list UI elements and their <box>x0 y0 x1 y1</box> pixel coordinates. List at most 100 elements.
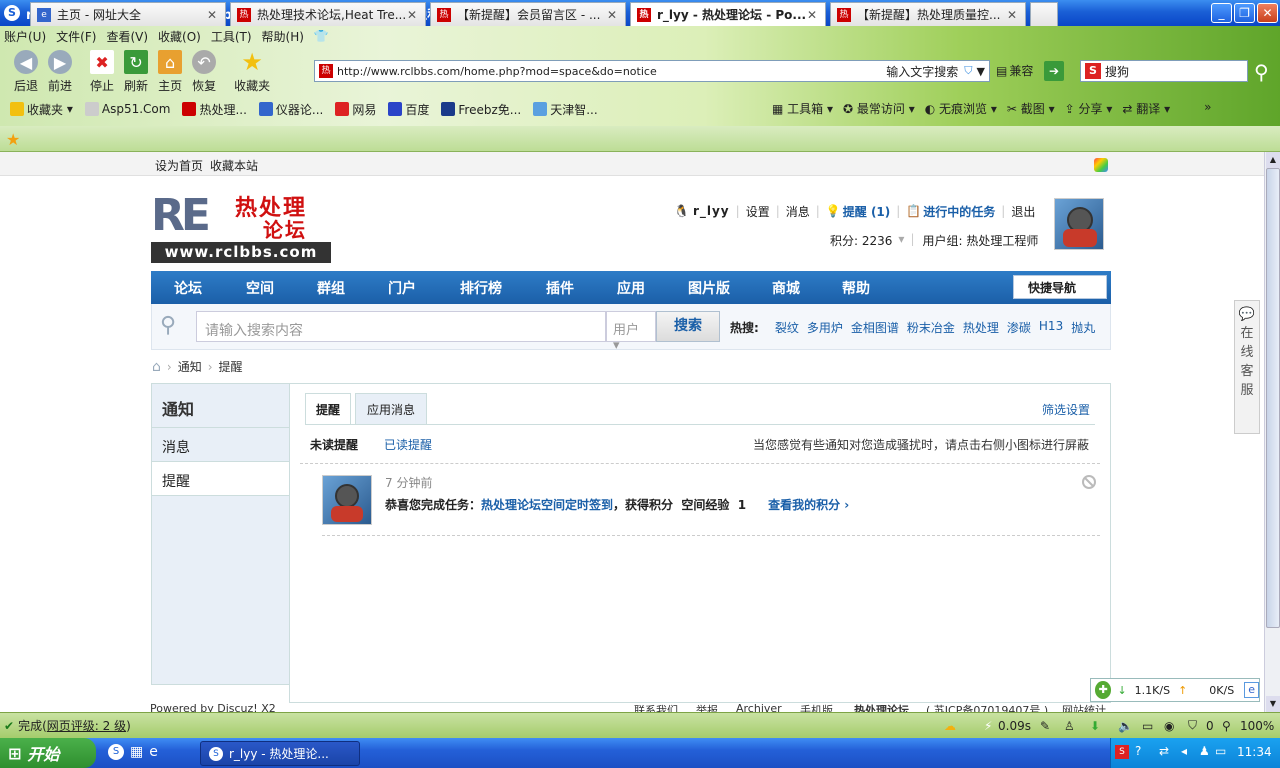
sidebar-item-reminders[interactable]: 提醒 <box>152 462 290 496</box>
volume-icon[interactable]: ◂ <box>1181 744 1187 758</box>
tab-close-icon[interactable]: ✕ <box>607 8 617 22</box>
zoom-level[interactable]: 100% <box>1240 719 1274 733</box>
screenshot-button[interactable]: ✂ 截图 ▾ <box>1007 100 1055 117</box>
page-scrollbar[interactable]: ▲ ▼ <box>1264 152 1280 712</box>
address-bar[interactable]: 热 http://www.rclbbs.com/home.php?mod=spa… <box>314 60 990 82</box>
logout-link[interactable]: 退出 <box>1011 203 1035 220</box>
nav-portal[interactable]: 门户 <box>367 278 437 298</box>
hot-tag[interactable]: 抛丸 <box>1071 319 1095 336</box>
compat-mode-button[interactable]: ▤ 兼容 <box>996 62 1033 79</box>
scroll-thumb[interactable] <box>1266 168 1280 628</box>
bookmark-163[interactable]: 网易 <box>335 101 376 118</box>
qq-tray-icon[interactable]: ♟ <box>1199 744 1210 758</box>
reminders-link[interactable]: 提醒 (1) <box>843 203 891 220</box>
bookmark-instrument[interactable]: 仪器论... <box>258 101 323 118</box>
start-button[interactable]: ⊞ 开始 <box>0 738 96 768</box>
tab-guestbook[interactable]: 热【新提醒】会员留言区 - ... ✕ <box>430 2 626 26</box>
tab-close-icon[interactable]: ✕ <box>207 8 217 22</box>
menu-view[interactable]: 查看(V) <box>106 28 148 45</box>
tab-quality[interactable]: 热【新提醒】热处理质量控... ✕ <box>830 2 1026 26</box>
tab-home[interactable]: e 主页 - 网址大全 ✕ <box>30 2 226 26</box>
online-service-tab[interactable]: 💬 在 线 客 服 <box>1234 300 1260 434</box>
most-visited-button[interactable]: ✪ 最常访问 ▾ <box>843 100 915 117</box>
engine-search-box[interactable]: S 搜狗 <box>1080 60 1248 82</box>
hot-tag[interactable]: 金相图谱 <box>851 319 899 336</box>
search-input[interactable]: 请输入搜索内容 <box>196 311 606 342</box>
toolbox-button[interactable]: ▦ 工具箱 ▾ <box>772 100 833 117</box>
sogou-input-icon[interactable]: S <box>1115 745 1129 759</box>
hot-tag[interactable]: 热处理 <box>963 319 999 336</box>
home-icon[interactable]: ⌂ <box>152 359 161 375</box>
bookmark-freebz[interactable]: Freebz免... <box>441 101 521 118</box>
bookmark-site-link[interactable]: 收藏本站 <box>210 157 258 174</box>
messages-link[interactable]: 消息 <box>786 203 810 220</box>
desktop-icon[interactable]: ▦ <box>130 744 143 760</box>
settings-link[interactable]: 设置 <box>746 203 770 220</box>
nav-forum[interactable]: 论坛 <box>151 278 225 298</box>
tab-notice-active[interactable]: 热 r_lyy - 热处理论坛 - Po... ✕ <box>630 2 826 26</box>
help-icon[interactable]: ? <box>1135 744 1141 758</box>
download-arrow-icon[interactable]: ⬇ <box>1090 719 1100 733</box>
shield-badge-icon[interactable]: ⛉ <box>1188 718 1197 733</box>
stop-button[interactable]: ✖ 停止 <box>90 50 114 94</box>
set-homepage-link[interactable]: 设为首页 <box>155 157 203 174</box>
bookmark-asp51[interactable]: Asp51.Com <box>84 102 170 116</box>
menu-tools[interactable]: 工具(T) <box>211 28 252 45</box>
scroll-down-icon[interactable]: ▼ <box>1266 696 1280 712</box>
favorites-button[interactable]: ★ 收藏夹 <box>234 48 270 94</box>
restore-button[interactable]: ↶ 恢复 <box>192 50 216 94</box>
more-chevron-icon[interactable]: » <box>1204 100 1211 117</box>
dropdown-arrow-icon[interactable]: ▼ <box>977 65 985 78</box>
refresh-button[interactable]: ↻ 刷新 <box>124 50 148 94</box>
hot-tag[interactable]: 多用炉 <box>807 319 843 336</box>
menu-favorites[interactable]: 收藏(O) <box>158 28 201 45</box>
weather-icon[interactable]: ☁ <box>944 719 956 733</box>
monitor-icon[interactable]: ▭ <box>1215 744 1226 758</box>
read-reminders-tab[interactable]: 已读提醒 <box>384 436 432 453</box>
color-palette-icon[interactable] <box>1094 158 1108 172</box>
maximize-button[interactable]: ❐ <box>1234 3 1255 23</box>
tab-reminders[interactable]: 提醒 <box>305 393 351 425</box>
ie-icon[interactable]: e <box>1244 682 1259 698</box>
sidebar-item-messages[interactable]: 消息 <box>152 428 289 462</box>
nav-ranking[interactable]: 排行榜 <box>437 278 525 298</box>
unread-reminders-tab[interactable]: 未读提醒 <box>310 436 358 453</box>
go-arrow-icon[interactable]: ➔ <box>1044 61 1064 81</box>
nav-groups[interactable]: 群组 <box>295 278 367 298</box>
network-icon[interactable]: ⇄ <box>1159 744 1169 758</box>
address-url[interactable]: http://www.rclbbs.com/home.php?mod=space… <box>337 65 886 78</box>
private-mode-button[interactable]: ◐ 无痕浏览 ▾ <box>925 100 997 117</box>
nav-help[interactable]: 帮助 <box>821 278 891 298</box>
hot-tag[interactable]: H13 <box>1039 319 1063 336</box>
hot-tag[interactable]: 渗碳 <box>1007 319 1031 336</box>
menu-help[interactable]: 帮助(H) <box>262 28 304 45</box>
notice-avatar[interactable] <box>322 475 372 525</box>
tab-forum-home[interactable]: 热热处理技术论坛,Heat Tre... ✕ <box>230 2 426 26</box>
usergroup-link[interactable]: 用户组: 热处理工程师 <box>922 232 1038 249</box>
speaker-icon[interactable]: 🔈 <box>1118 719 1133 733</box>
magnifier-icon[interactable]: ⚲ <box>1254 60 1269 84</box>
nav-images[interactable]: 图片版 <box>667 278 751 298</box>
view-points-link[interactable]: 查看我的积分 › <box>768 496 849 513</box>
menu-file[interactable]: 文件(F) <box>56 28 96 45</box>
bookmark-favorites[interactable]: 收藏夹 ▾ <box>10 101 73 118</box>
search-type-select[interactable]: 用户 ▾ <box>606 311 656 353</box>
home-button[interactable]: ⌂ 主页 <box>158 50 182 94</box>
breadcrumb-notice[interactable]: 通知 <box>178 358 202 375</box>
nav-space[interactable]: 空间 <box>225 278 295 298</box>
quick-nav-button[interactable]: 快捷导航 ▾ <box>1013 275 1122 299</box>
nav-apps[interactable]: 应用 <box>595 278 667 298</box>
bookmark-tianjin[interactable]: 天津智... <box>533 101 598 118</box>
taskbar-window-button[interactable]: S r_lyy - 热处理论... <box>200 741 360 766</box>
favorites-star-icon[interactable]: ★ <box>6 130 20 149</box>
block-icon[interactable] <box>1082 475 1096 489</box>
scroll-up-icon[interactable]: ▲ <box>1266 152 1280 168</box>
forum-logo[interactable]: RE 热处理 论坛 www.rclbbs.com <box>151 190 331 264</box>
tab-close-icon[interactable]: ✕ <box>1007 8 1017 22</box>
tab-app-messages[interactable]: 应用消息 <box>355 393 427 425</box>
search-button[interactable]: 搜索 <box>656 311 720 342</box>
bookmark-rclbbs[interactable]: 热处理... <box>182 101 247 118</box>
points-link[interactable]: 积分: 2236 <box>830 232 892 249</box>
forward-button[interactable]: ▶ 前进 <box>48 50 72 94</box>
sogou-browser-icon[interactable]: S <box>108 744 124 760</box>
